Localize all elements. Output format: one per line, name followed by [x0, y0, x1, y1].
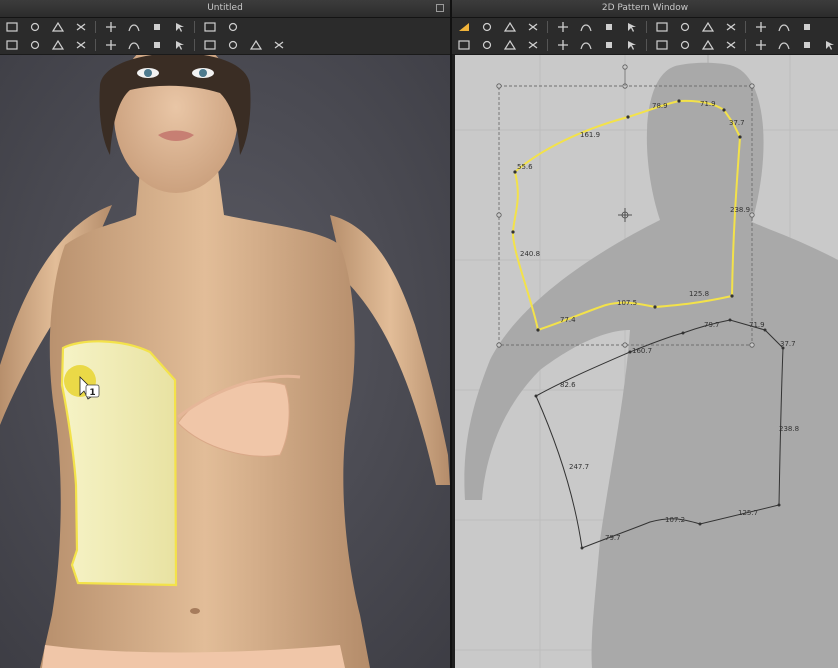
cloth-icon[interactable] — [5, 21, 19, 33]
3d-window: Untitled 1 — [0, 0, 450, 668]
2d-toolbar-row-1 — [452, 18, 838, 37]
reset-icon[interactable] — [272, 39, 286, 51]
toolbar-separator — [95, 39, 96, 51]
pin-2d-icon[interactable] — [602, 39, 616, 51]
segment-seam-icon[interactable] — [480, 39, 494, 51]
draw-curve-icon[interactable] — [579, 21, 593, 33]
cursor-badge: 1 — [89, 388, 95, 398]
check-seam-icon[interactable] — [526, 39, 540, 51]
dim-label: 77.4 — [560, 316, 576, 324]
dim-label: 240.8 — [520, 250, 540, 258]
zigzag-icon[interactable] — [777, 39, 791, 51]
tack-icon[interactable] — [556, 39, 570, 51]
toolbar-separator — [95, 21, 96, 33]
ruler-icon[interactable] — [226, 21, 240, 33]
dim-label: 71.9 — [749, 321, 765, 329]
scissors-icon[interactable] — [823, 39, 837, 51]
sew-icon[interactable] — [579, 39, 593, 51]
toolbar-separator — [547, 21, 548, 33]
internal-square-icon[interactable] — [701, 21, 715, 33]
tape-icon[interactable] — [127, 21, 141, 33]
stamp-icon[interactable] — [51, 21, 65, 33]
texture-icon[interactable] — [655, 39, 669, 51]
dim-label: 125.8 — [689, 290, 709, 298]
grain-icon[interactable] — [678, 39, 692, 51]
fit-icon[interactable] — [203, 39, 217, 51]
dim-label: 37.7 — [729, 119, 745, 127]
measure-line-icon[interactable] — [724, 39, 738, 51]
dim-label: 71.9 — [700, 100, 716, 108]
toolbar-separator — [194, 21, 195, 33]
dim-label: 247.7 — [569, 463, 589, 471]
dim-label: 238.9 — [730, 206, 750, 214]
dashed-line-icon[interactable] — [754, 39, 768, 51]
toolbar-separator — [547, 39, 548, 51]
avatar-icon[interactable] — [127, 39, 141, 51]
tshirt-icon[interactable] — [249, 39, 263, 51]
dim-label: 78.9 — [652, 102, 668, 110]
knife-icon[interactable] — [800, 39, 814, 51]
edit-curve-icon[interactable] — [503, 21, 517, 33]
2d-toolbar-row-2 — [452, 36, 838, 55]
dim-label: 125.7 — [738, 509, 758, 517]
2d-pattern-window: 2D Pattern Window 78.9 71.9 37.7 161.9 5… — [452, 0, 838, 668]
3d-viewport[interactable]: 1 — [0, 55, 450, 668]
move-icon[interactable] — [5, 39, 19, 51]
toolbar-separator — [646, 39, 647, 51]
measure-icon[interactable] — [150, 39, 164, 51]
2d-pattern-canvas[interactable]: 78.9 71.9 37.7 161.9 55.6 238.9 240.8 10… — [455, 55, 838, 668]
3d-window-titlebar: Untitled — [0, 0, 450, 18]
sphere-icon[interactable] — [51, 39, 65, 51]
dim-label: 55.6 — [517, 163, 533, 171]
rectangle-icon[interactable] — [625, 21, 639, 33]
3d-toolbar-row-1 — [0, 18, 450, 37]
dim-label: 160.7 — [632, 347, 652, 355]
dim-label: 107.2 — [665, 516, 685, 524]
toolbar-separator — [745, 21, 746, 33]
fold-icon[interactable] — [777, 21, 791, 33]
dim-label: 79.7 — [704, 321, 720, 329]
polygon-icon[interactable] — [602, 21, 616, 33]
select-arrow-icon[interactable] — [173, 21, 187, 33]
lasso-icon[interactable] — [203, 21, 217, 33]
3d-toolbar-row-2 — [0, 36, 450, 55]
add-point-icon[interactable] — [526, 21, 540, 33]
point-icon[interactable] — [28, 39, 42, 51]
line-icon[interactable] — [74, 39, 88, 51]
free-seam-icon[interactable] — [503, 39, 517, 51]
fold-icon[interactable] — [150, 21, 164, 33]
circle-icon[interactable] — [655, 21, 669, 33]
curve-point-icon[interactable] — [556, 21, 570, 33]
seam-icon[interactable] — [457, 39, 471, 51]
2d-window-titlebar: 2D Pattern Window — [452, 0, 838, 18]
segment-icon[interactable] — [800, 21, 814, 33]
toolbar-separator — [646, 21, 647, 33]
dim-label: 82.6 — [560, 381, 576, 389]
2d-window-title: 2D Pattern Window — [601, 3, 689, 13]
internal-circle-icon[interactable] — [724, 21, 738, 33]
dim-label: 79.7 — [605, 534, 621, 542]
dart-icon[interactable] — [754, 21, 768, 33]
grab-icon[interactable] — [104, 39, 118, 51]
fabric-icon[interactable] — [625, 39, 639, 51]
dim-label: 107.5 — [617, 299, 637, 307]
toolbar-separator — [194, 39, 195, 51]
node-icon[interactable] — [28, 21, 42, 33]
edit-point-icon[interactable] — [480, 21, 494, 33]
pin-line-icon[interactable] — [173, 39, 187, 51]
toolbar-separator — [745, 39, 746, 51]
pin-icon[interactable] — [74, 21, 88, 33]
dim-label: 37.7 — [780, 340, 796, 348]
3d-window-title: Untitled — [207, 3, 243, 13]
arrow-pin-icon[interactable] — [226, 39, 240, 51]
edit-line-icon[interactable] — [701, 39, 715, 51]
dim-label: 161.9 — [580, 131, 600, 139]
internal-rect-icon[interactable] — [678, 21, 692, 33]
shirt-icon[interactable] — [104, 21, 118, 33]
transform-icon[interactable] — [457, 21, 471, 33]
maximize-window-icon[interactable] — [436, 4, 444, 12]
dim-label: 238.8 — [779, 425, 799, 433]
